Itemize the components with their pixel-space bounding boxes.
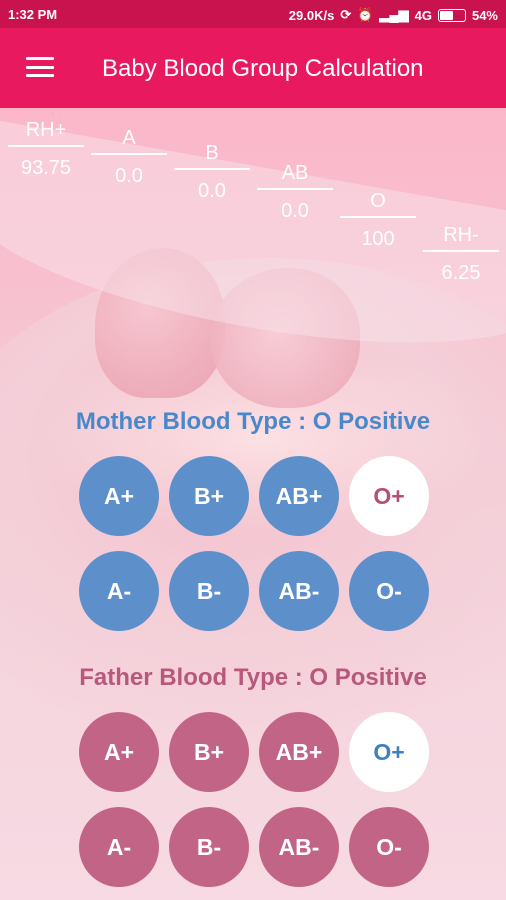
- father-a-positive-button[interactable]: A+: [79, 712, 159, 792]
- app-bar: Baby Blood Group Calculation: [0, 28, 506, 108]
- result-value: 0.0: [281, 200, 309, 222]
- mother-b-negative-button[interactable]: B-: [169, 551, 249, 631]
- menu-icon[interactable]: [26, 57, 54, 77]
- result-value: 6.25: [441, 262, 481, 284]
- divider: [91, 153, 167, 155]
- status-right: 29.0K/s ⟳ ⏰ ▂▄▆ 4G 54%: [289, 7, 498, 23]
- result-value: 0.0: [198, 180, 226, 202]
- mother-a-negative-button[interactable]: A-: [79, 551, 159, 631]
- result-rh-negative: RH- 6.25: [423, 220, 499, 285]
- mother-o-positive-button[interactable]: O+: [349, 456, 429, 536]
- result-label: B: [205, 142, 219, 164]
- divider: [174, 168, 250, 170]
- network-speed: 29.0K/s: [288, 7, 335, 23]
- divider: [340, 216, 416, 218]
- sync-icon: ⟳: [340, 7, 352, 22]
- result-label: RH-: [443, 224, 479, 246]
- father-b-negative-button[interactable]: B-: [169, 807, 249, 887]
- father-a-negative-button[interactable]: A-: [79, 807, 159, 887]
- mother-ab-negative-button[interactable]: AB-: [259, 551, 339, 631]
- app-title: Baby Blood Group Calculation: [102, 55, 424, 82]
- result-label: A: [122, 127, 136, 149]
- result-rh-positive: RH+ 93.75: [8, 115, 84, 180]
- father-ab-negative-button[interactable]: AB-: [259, 807, 339, 887]
- mother-b-positive-button[interactable]: B+: [169, 456, 249, 536]
- result-o: O 100: [340, 186, 416, 251]
- battery-level: 54%: [471, 7, 498, 23]
- divider: [8, 145, 84, 147]
- battery-icon: [437, 8, 466, 22]
- result-value: 0.0: [115, 165, 143, 187]
- result-ab: AB 0.0: [257, 158, 333, 223]
- father-o-positive-button[interactable]: O+: [349, 712, 429, 792]
- result-label: O: [370, 190, 386, 212]
- mother-ab-positive-button[interactable]: AB+: [259, 456, 339, 536]
- status-time: 1:32 PM: [8, 7, 58, 22]
- mother-a-positive-button[interactable]: A+: [79, 456, 159, 536]
- mother-o-negative-button[interactable]: O-: [349, 551, 429, 631]
- result-label: AB: [281, 162, 309, 184]
- alarm-icon: ⏰: [357, 7, 374, 22]
- result-label: RH+: [25, 119, 67, 141]
- result-a: A 0.0: [91, 123, 167, 188]
- result-value: 93.75: [20, 157, 72, 179]
- signal-icon: ▂▄▆: [379, 7, 409, 22]
- mother-blood-type-title: Mother Blood Type : O Positive: [75, 408, 431, 435]
- divider: [257, 188, 333, 190]
- father-b-positive-button[interactable]: B+: [169, 712, 249, 792]
- father-blood-type-title: Father Blood Type : O Positive: [79, 664, 427, 691]
- father-o-negative-button[interactable]: O-: [349, 807, 429, 887]
- result-b: B 0.0: [174, 138, 250, 203]
- network-type: 4G: [414, 7, 432, 23]
- divider: [423, 250, 499, 252]
- status-bar: 1:32 PM 29.0K/s ⟳ ⏰ ▂▄▆ 4G 54%: [0, 0, 506, 28]
- father-ab-positive-button[interactable]: AB+: [259, 712, 339, 792]
- result-value: 100: [361, 228, 395, 250]
